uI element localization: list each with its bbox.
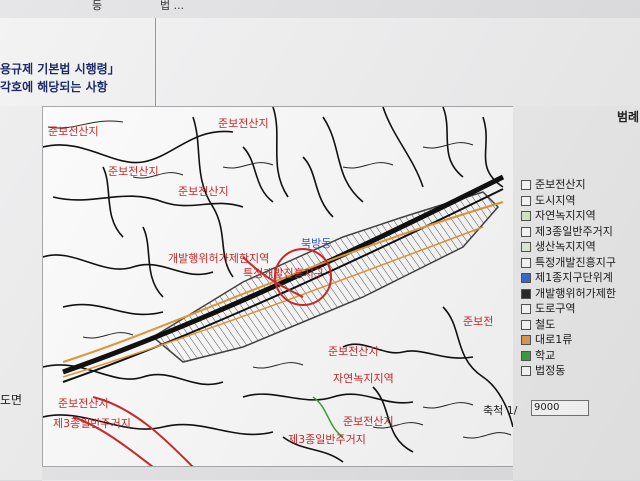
legend-item: 생산녹지지역 [521, 238, 596, 254]
legend-item: 법정동 [521, 362, 565, 378]
table-divider [155, 18, 156, 106]
legend-item: 개발행위허가제한 [521, 285, 616, 301]
legend-item: 도로구역 [521, 300, 575, 316]
legend-item-label: 대로1류 [535, 333, 573, 346]
map-label: 준보전산지 [58, 397, 109, 410]
top-cell-text: 법 ... [160, 0, 185, 12]
legend-item: 철도 [521, 316, 555, 332]
map-label: 개발행위허가제한지역 [168, 252, 269, 265]
row-header-column: 도면 [0, 106, 43, 480]
legend-swatch-icon [521, 211, 531, 221]
legend-swatch-icon [521, 273, 531, 283]
map-label: 준보전산지 [343, 415, 394, 428]
map-label: 준보전산지 [328, 345, 379, 358]
map-label: 준보전산지 [48, 125, 99, 138]
legend-swatch-icon [521, 304, 531, 314]
legend-item: 대로1류 [521, 331, 572, 347]
legend-item-label: 도시지역 [535, 193, 576, 207]
top-cell-label: 등 [92, 0, 103, 12]
land-use-map[interactable]: 준보전산지 준보전산지 준보전산지 준보전산지 개발행위허가제한지역 특정개발진… [42, 106, 514, 468]
legend-swatch-icon [521, 350, 531, 361]
legend-swatch-icon [521, 242, 531, 252]
legend-item-label: 도로구역 [535, 302, 576, 315]
legend-title: 범례 [617, 110, 640, 124]
legend-item: 학교 [521, 347, 555, 363]
map-label: 준보전산지 [218, 117, 269, 130]
scale-control: 축척 1/ 9000 [483, 400, 589, 418]
school-boundary [312, 396, 344, 438]
map-label: 준보전 [463, 315, 493, 328]
legend-item: 제1종지구단위계 [521, 269, 613, 285]
legend-item-label: 생산녹지지역 [535, 240, 596, 253]
map-label: 제3종일반주거지 [288, 432, 366, 446]
map-label: 제3종일반주거지 [53, 416, 131, 430]
legend-item: 준보전산지 [521, 176, 586, 192]
legend-item: 자연녹지지역 [521, 207, 596, 223]
law-subtitle: 각호에 해당되는 사항 [0, 80, 108, 94]
legend-swatch-icon [521, 195, 531, 206]
top-table-row: 등 법 ... [0, 0, 640, 19]
legend-item-label: 준보전산지 [535, 178, 586, 191]
legend-swatch-icon [521, 319, 531, 330]
map-canvas[interactable]: 준보전산지 준보전산지 준보전산지 준보전산지 개발행위허가제한지역 특정개발진… [43, 107, 513, 467]
legend-swatch-icon [521, 257, 531, 268]
legend-item-label: 학교 [535, 348, 556, 362]
legend-swatch-icon [521, 226, 531, 237]
legend-item: 도시지역 [521, 192, 575, 208]
law-title: 용규제 기본법 시행령」 [0, 62, 120, 76]
map-label: 자연녹지지역 [333, 372, 394, 385]
legend-panel: 범례 준보전산지도시지역자연녹지지역제3종일반주거지생산녹지지역특정개발진흥지구… [483, 106, 640, 480]
map-label: 준보전산지 [108, 165, 159, 178]
legend-swatch-icon [521, 180, 531, 190]
legend-item-label: 제3종일반주거지 [535, 224, 613, 238]
legend-item-label: 법정동 [535, 364, 566, 377]
legend-swatch-icon [521, 335, 531, 345]
law-reference-row: 용규제 기본법 시행령」 각호에 해당되는 사항 [0, 18, 640, 107]
scale-input[interactable]: 9000 [531, 400, 589, 416]
map-label: 북방동 [301, 237, 331, 250]
bottom-strip [42, 466, 513, 481]
legend-item: 제3종일반주거지 [521, 223, 613, 239]
legend-item: 특정개발진흥지구 [521, 254, 616, 270]
map-row-label: 도면 [0, 393, 23, 407]
legend-item-label: 특정개발진흥지구 [535, 255, 616, 269]
legend-item-label: 개발행위허가제한 [535, 286, 616, 300]
legend-item-label: 제1종지구단위계 [535, 271, 613, 284]
scale-label: 축척 1/ [483, 404, 518, 417]
legend-item-label: 철도 [535, 317, 556, 331]
legend-swatch-icon [521, 288, 531, 299]
map-label: 특정개발진흥지구 [243, 266, 324, 280]
legend-item-label: 자연녹지지역 [535, 209, 596, 222]
legend-swatch-icon [521, 366, 531, 376]
map-label: 준보전산지 [178, 185, 229, 198]
